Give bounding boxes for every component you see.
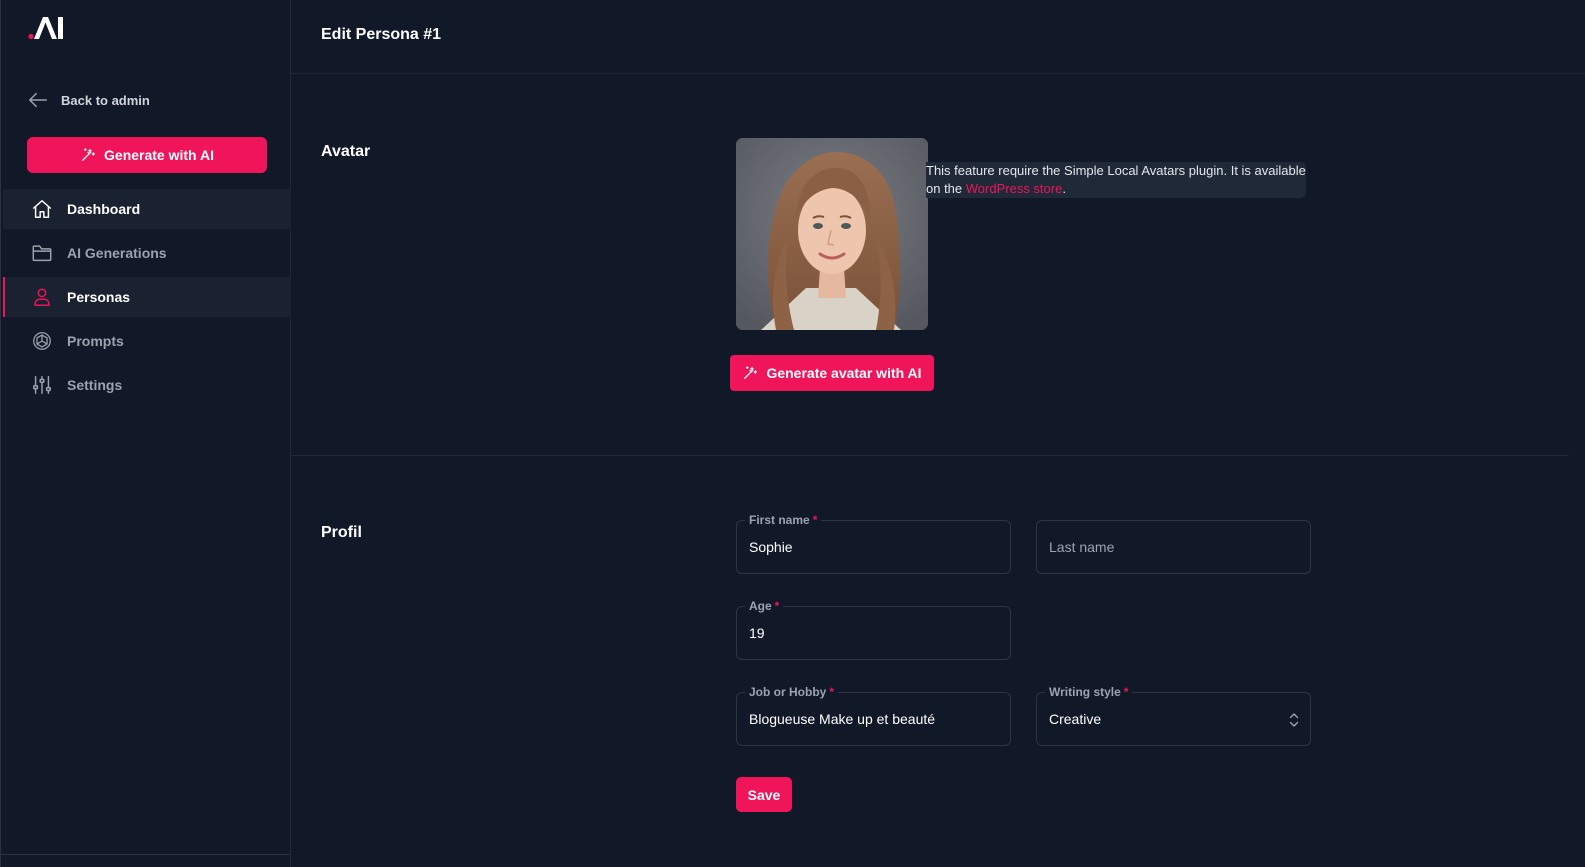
writing-style-value: Creative: [1049, 711, 1102, 727]
avatar-section-title: Avatar: [321, 143, 371, 160]
page-title: Edit Persona #1: [321, 26, 442, 43]
plugin-notice: This feature require the Simple Local Av…: [926, 162, 1306, 198]
sidebar-item-ai-generations[interactable]: AI Generations: [3, 233, 291, 273]
folder-icon: [32, 245, 52, 262]
app-logo-icon[interactable]: [27, 14, 67, 42]
generate-avatar-button[interactable]: Generate avatar with AI: [730, 355, 934, 391]
magic-wand-icon: [82, 148, 96, 161]
required-marker: *: [1123, 685, 1129, 699]
back-to-admin-label: Back to admin: [61, 92, 150, 108]
sidebar-item-prompts[interactable]: Prompts: [3, 321, 291, 361]
first-name-field: First name *: [736, 513, 1011, 574]
magic-wand-icon: [744, 366, 758, 379]
job-input[interactable]: [737, 693, 1010, 745]
sidebar-item-label: Personas: [67, 289, 131, 305]
job-field: Job or Hobby *: [736, 685, 1011, 746]
user-icon: [34, 288, 50, 306]
sidebar-item-settings[interactable]: Settings: [3, 365, 291, 405]
save-button[interactable]: Save: [736, 777, 792, 812]
notice-end: .: [1062, 181, 1066, 196]
generate-with-ai-button[interactable]: Generate with AI: [27, 137, 267, 173]
sidebar: Back to admin Generate with AI Dashboard…: [0, 0, 291, 867]
main-content: Edit Persona #1 Avatar This feature requ…: [291, 0, 1585, 867]
sidebar-item-personas[interactable]: Personas: [3, 277, 291, 317]
generate-with-ai-label: Generate with AI: [104, 147, 214, 163]
sidebar-nav: Dashboard AI Generations Personas Prompt…: [3, 189, 291, 409]
last-name-field: [1036, 520, 1311, 574]
home-icon: [33, 200, 51, 218]
app-window: Back to admin Generate with AI Dashboard…: [0, 0, 1585, 867]
sidebar-item-label: AI Generations: [67, 245, 167, 261]
wordpress-store-link[interactable]: WordPress store: [966, 181, 1063, 196]
sidebar-item-label: Prompts: [67, 333, 124, 349]
profile-section-title: Profil: [321, 524, 362, 541]
sidebar-item-dashboard[interactable]: Dashboard: [3, 189, 291, 229]
writing-style-select[interactable]: Writing style * Creative: [1036, 685, 1311, 746]
generate-avatar-label: Generate avatar with AI: [766, 365, 922, 381]
back-to-admin-link[interactable]: Back to admin: [27, 88, 150, 112]
age-field: Age *: [736, 599, 1011, 660]
age-input[interactable]: [737, 607, 1010, 659]
page-header: Edit Persona #1: [291, 0, 1585, 74]
writing-style-label: Writing style *: [1045, 685, 1133, 699]
first-name-input[interactable]: [737, 521, 1010, 573]
arrow-left-icon: [29, 92, 47, 108]
sidebar-item-label: Dashboard: [67, 201, 141, 217]
sidebar-item-label: Settings: [67, 377, 123, 393]
avatar-image: [736, 138, 928, 330]
sliders-icon: [33, 376, 51, 394]
last-name-input[interactable]: [1037, 521, 1310, 573]
openai-icon: [33, 332, 51, 350]
chevron-up-down-icon: [1289, 713, 1299, 727]
sidebar-divider: [1, 854, 291, 855]
section-divider: [291, 455, 1569, 456]
